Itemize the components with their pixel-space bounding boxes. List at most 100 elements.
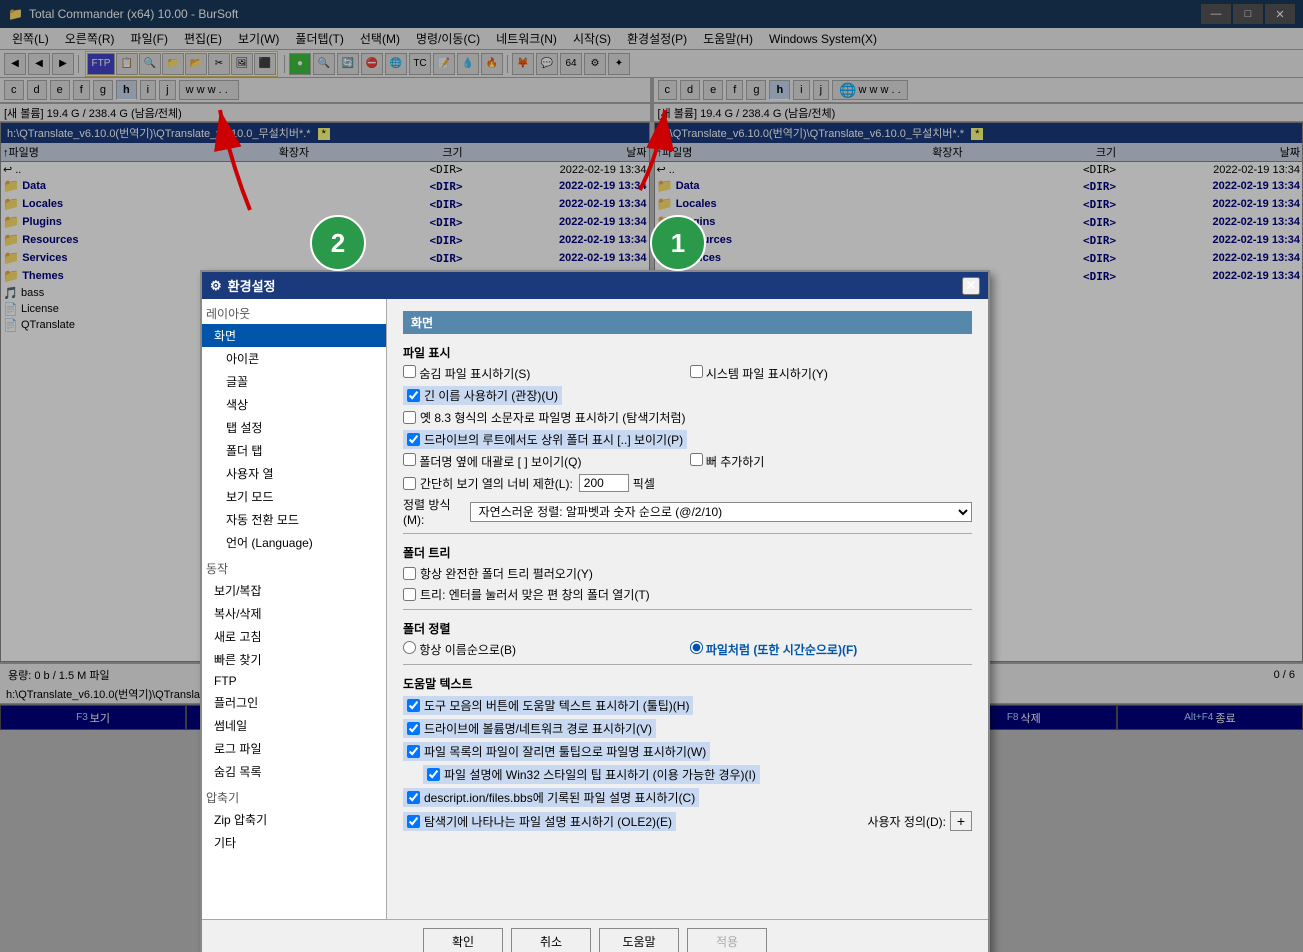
dlg-item-ftp[interactable]: FTP <box>202 671 386 691</box>
tooltip-row1: 도구 모음의 버튼에 도움말 텍스트 표시하기 (툴팁)(H) <box>403 696 972 715</box>
tooltip-row3: 파일 목록의 파일이 잘리면 툴팁으로 파일명 표시하기(W) <box>403 742 972 761</box>
hr1 <box>403 533 972 534</box>
dialog-left-menu: 레이아웃 화면 아이콘 글꼴 색상 탭 설정 폴더 탭 사용자 열 보기 모드 … <box>202 299 387 919</box>
folder-tree-title: 폴더 트리 <box>403 544 972 561</box>
file-display-row2: 긴 이름 사용하기 (관장)(U) <box>403 386 972 405</box>
dlg-item-quicksearch[interactable]: 빠른 찾기 <box>202 648 386 671</box>
dlg-item-zip[interactable]: Zip 압축기 <box>202 808 386 831</box>
chk-add-bird-input[interactable] <box>690 453 703 466</box>
chk-toolbar-tooltip-input[interactable] <box>407 699 420 712</box>
cancel-button[interactable]: 취소 <box>511 928 591 952</box>
chk-hidden-files-input[interactable] <box>403 365 416 378</box>
chk-descript-input[interactable] <box>407 791 420 804</box>
chk-always-expand[interactable]: 항상 완전한 폴더 트리 펼러오기(Y) <box>403 565 593 582</box>
apply-button[interactable]: 적용 <box>687 928 767 952</box>
dlg-item-view-mode[interactable]: 보기 모드 <box>202 485 386 508</box>
chk-limit-width[interactable]: 간단히 보기 열의 너비 제한(L): <box>403 475 573 492</box>
chk-83format-input[interactable] <box>403 411 416 424</box>
dlg-item-auto-switch[interactable]: 자동 전환 모드 <box>202 508 386 531</box>
dlg-item-folder-tab[interactable]: 폴더 탭 <box>202 439 386 462</box>
radio-file-sort-input[interactable] <box>690 641 703 654</box>
radio-name-sort[interactable]: 항상 이름순으로(B) <box>403 641 686 658</box>
tooltip-row4: 파일 설명에 Win32 스타일의 팁 표시하기 (이용 가능한 경우)(I) <box>403 765 972 784</box>
radio-file-sort[interactable]: 파일처럼 (또한 시간순으로)(F) <box>690 641 973 658</box>
sort-method-row: 정렬 방식(M): 자연스러운 정렬: 알파벳과 숫자 순으로 (@/2/10) <box>403 496 972 527</box>
chk-hidden-files[interactable]: 숨김 파일 표시하기(S) <box>403 365 686 382</box>
chk-toolbar-tooltip[interactable]: 도구 모음의 버튼에 도움말 텍스트 표시하기 (툴팁)(H) <box>403 696 693 715</box>
dlg-item-copydel[interactable]: 복사/삭제 <box>202 602 386 625</box>
dlg-item-screen[interactable]: 화면 <box>202 324 386 347</box>
chk-drive-volume-input[interactable] <box>407 722 420 735</box>
user-defined-plus-button[interactable]: + <box>950 811 972 831</box>
dlg-item-refresh[interactable]: 새로 고침 <box>202 625 386 648</box>
chk-system-files-input[interactable] <box>690 365 703 378</box>
chk-filename-tooltip-input[interactable] <box>407 745 420 758</box>
ok-button[interactable]: 확인 <box>423 928 503 952</box>
user-defined-label: 사용자 정의(D): <box>867 813 946 830</box>
dialog-overlay: ⚙ 환경설정 ✕ 레이아웃 화면 아이콘 글꼴 색상 탭 설정 폴더 탭 사용자… <box>0 0 1303 952</box>
file-display-row4: 드라이브의 루트에서도 상위 폴더 표시 [..] 보이기(P) <box>403 430 972 449</box>
chk-descript[interactable]: descript.ion/files.bbs에 기록된 파일 설명 표시하기(C… <box>403 788 699 807</box>
user-defined-row: 사용자 정의(D): + <box>867 811 972 831</box>
sort-select[interactable]: 자연스러운 정렬: 알파벳과 숫자 순으로 (@/2/10) <box>470 502 972 522</box>
folder-tree-row1: 항상 완전한 폴더 트리 펼러오기(Y) <box>403 565 972 582</box>
settings-dialog: ⚙ 환경설정 ✕ 레이아웃 화면 아이콘 글꼴 색상 탭 설정 폴더 탭 사용자… <box>200 270 990 952</box>
chk-win32-tip-input[interactable] <box>427 768 440 781</box>
dlg-section-compress: 압축기 <box>202 787 386 808</box>
dlg-item-other[interactable]: 기타 <box>202 831 386 854</box>
file-display-title: 파일 표시 <box>403 344 972 361</box>
file-display-row3: 옛 8.3 형식의 소문자로 파일명 표시하기 (탐색기처럼) <box>403 409 972 426</box>
dlg-item-font[interactable]: 글꼴 <box>202 370 386 393</box>
dialog-title-text: 환경설정 <box>228 276 276 295</box>
chk-brackets-input[interactable] <box>403 453 416 466</box>
tooltip-row2: 드라이브에 볼륨명/네트워크 경로 표시하기(V) <box>403 719 972 738</box>
chk-tree-enter[interactable]: 트리: 엔터를 눌러서 맞은 편 창의 폴더 열기(T) <box>403 586 650 603</box>
folder-sort-row: 항상 이름순으로(B) 파일처럼 (또한 시간순으로)(F) <box>403 641 972 658</box>
file-display-row1: 숨김 파일 표시하기(S) 시스템 파일 표시하기(Y) <box>403 365 972 382</box>
dlg-item-language[interactable]: 언어 (Language) <box>202 531 386 554</box>
chk-long-names[interactable]: 긴 이름 사용하기 (관장)(U) <box>403 386 562 405</box>
dialog-footer: 확인 취소 도움말 적용 <box>202 919 988 952</box>
chk-explorer-tip-input[interactable] <box>407 815 420 828</box>
dlg-item-color[interactable]: 색상 <box>202 393 386 416</box>
chk-83format[interactable]: 옛 8.3 형식의 소문자로 파일명 표시하기 (탐색기처럼) <box>403 409 685 426</box>
dlg-item-viewcopy[interactable]: 보기/복잡 <box>202 579 386 602</box>
dialog-icon: ⚙ <box>210 278 222 294</box>
radio-name-sort-input[interactable] <box>403 641 416 654</box>
folder-sort-title: 폴더 정렬 <box>403 620 972 637</box>
dialog-right-panel: 화면 파일 표시 숨김 파일 표시하기(S) 시스템 파일 표시하기(Y) <box>387 299 988 919</box>
help-button[interactable]: 도움말 <box>599 928 679 952</box>
dlg-item-plugins[interactable]: 플러그인 <box>202 691 386 714</box>
chk-win32-tip[interactable]: 파일 설명에 Win32 스타일의 팁 표시하기 (이용 가능한 경우)(I) <box>423 765 760 784</box>
dlg-item-logfile[interactable]: 로그 파일 <box>202 737 386 760</box>
chk-limit-width-input[interactable] <box>403 477 416 490</box>
hr3 <box>403 664 972 665</box>
sort-label: 정렬 방식(M): <box>403 496 464 527</box>
dlg-item-tab-settings[interactable]: 탭 설정 <box>202 416 386 439</box>
tooltip-row6: 탐색기에 나타나는 파일 설명 표시하기 (OLE2)(E) 사용자 정의(D)… <box>403 811 972 831</box>
chk-add-bird[interactable]: 뻐 추가하기 <box>690 453 973 470</box>
tooltip-row5: descript.ion/files.bbs에 기록된 파일 설명 표시하기(C… <box>403 788 972 807</box>
dlg-section-layout: 레이아웃 <box>202 303 386 324</box>
chk-drive-volume[interactable]: 드라이브에 볼륨명/네트워크 경로 표시하기(V) <box>403 719 656 738</box>
dlg-item-user-col[interactable]: 사용자 열 <box>202 462 386 485</box>
pixel-label: 픽셀 <box>633 475 655 492</box>
dlg-item-thumbnail[interactable]: 썸네일 <box>202 714 386 737</box>
dialog-title-bar: ⚙ 환경설정 ✕ <box>202 272 988 299</box>
chk-long-names-input[interactable] <box>407 389 420 402</box>
dialog-close-button[interactable]: ✕ <box>962 277 980 295</box>
dlg-item-hidden[interactable]: 숨김 목록 <box>202 760 386 783</box>
chk-filename-tooltip[interactable]: 파일 목록의 파일이 잘리면 툴팁으로 파일명 표시하기(W) <box>403 742 710 761</box>
chk-tree-enter-input[interactable] <box>403 588 416 601</box>
chk-system-files[interactable]: 시스템 파일 표시하기(Y) <box>690 365 973 382</box>
chk-always-expand-input[interactable] <box>403 567 416 580</box>
dialog-title-content: ⚙ 환경설정 <box>210 276 276 295</box>
chk-parent-dir-input[interactable] <box>407 433 420 446</box>
chk-explorer-tip[interactable]: 탐색기에 나타나는 파일 설명 표시하기 (OLE2)(E) <box>403 812 676 831</box>
dlg-item-icon[interactable]: 아이콘 <box>202 347 386 370</box>
dlg-right-title: 화면 <box>403 311 972 334</box>
chk-parent-dir[interactable]: 드라이브의 루트에서도 상위 폴더 표시 [..] 보이기(P) <box>403 430 687 449</box>
chk-brackets[interactable]: 폴더명 옆에 대괄로 [ ] 보이기(Q) <box>403 453 686 470</box>
folder-tree-row2: 트리: 엔터를 눌러서 맞은 편 창의 폴더 열기(T) <box>403 586 972 603</box>
width-input[interactable] <box>579 474 629 492</box>
